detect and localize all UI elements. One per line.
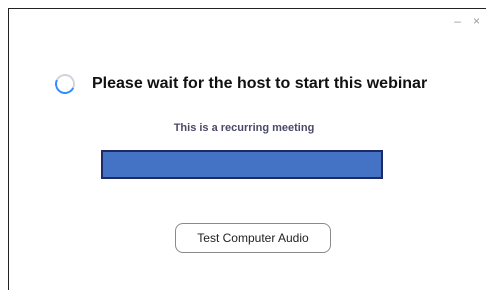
recurring-meeting-label: This is a recurring meeting	[173, 122, 315, 134]
test-computer-audio-button[interactable]: Test Computer Audio	[175, 223, 331, 253]
progress-bar	[101, 150, 383, 179]
loading-spinner-icon	[52, 71, 78, 97]
window-controls: – ×	[454, 13, 480, 29]
waiting-room-window: – × Please wait for the host to start th…	[8, 8, 486, 290]
waiting-title: Please wait for the host to start this w…	[92, 75, 428, 92]
progress-bar-fill	[103, 152, 381, 177]
waiting-header: Please wait for the host to start this w…	[52, 71, 428, 97]
minimize-icon[interactable]: –	[454, 13, 461, 29]
close-icon[interactable]: ×	[473, 13, 480, 29]
